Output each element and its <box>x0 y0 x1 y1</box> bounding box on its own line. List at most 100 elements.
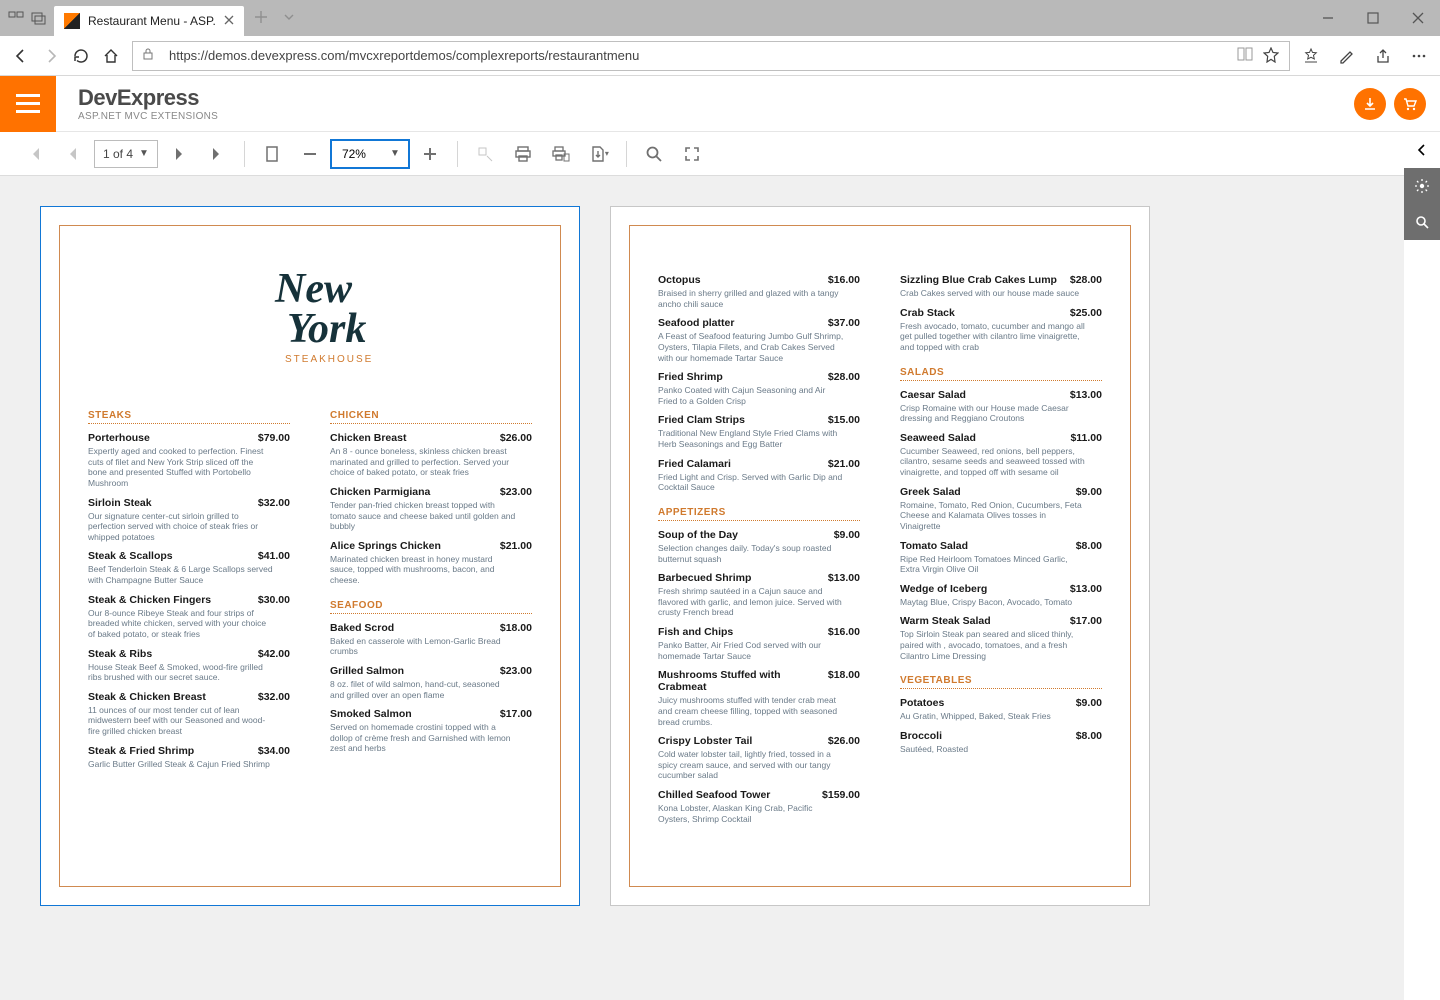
download-button[interactable] <box>1354 88 1386 120</box>
menu-item: Steak & Fried Shrimp$34.00 <box>88 745 290 757</box>
notes-icon[interactable] <box>1338 47 1356 65</box>
menu-item-desc: Selection changes daily. Today's soup ro… <box>658 543 844 564</box>
rail-options-button[interactable] <box>1404 168 1440 204</box>
fullscreen-button[interactable] <box>675 137 709 171</box>
first-page-button[interactable] <box>18 137 52 171</box>
menu-item: Seaweed Salad$11.00 <box>900 432 1102 444</box>
menu-item-desc: Our signature center-cut sirloin grilled… <box>88 511 274 543</box>
new-tab-icon[interactable] <box>254 10 268 27</box>
cart-button[interactable] <box>1394 88 1426 120</box>
menu-item-desc: An 8 - ounce boneless, skinless chicken … <box>330 446 516 478</box>
tab-close-icon[interactable] <box>224 14 234 28</box>
browser-tab-active[interactable]: Restaurant Menu - ASP. <box>54 6 244 36</box>
window-list-icon[interactable] <box>8 10 24 26</box>
window-minimize-button[interactable] <box>1305 0 1350 36</box>
menu-item-price: $32.00 <box>258 691 290 703</box>
window-maximize-button[interactable] <box>1350 0 1395 36</box>
highlight-fields-button[interactable] <box>468 137 502 171</box>
more-icon[interactable] <box>1410 47 1428 65</box>
menu-item-name: Crispy Lobster Tail <box>658 735 820 747</box>
menu-item-desc: Maytag Blue, Crispy Bacon, Avocado, Toma… <box>900 597 1086 608</box>
zoom-in-button[interactable] <box>413 137 447 171</box>
rail-search-button[interactable] <box>1404 204 1440 240</box>
next-page-button[interactable] <box>162 137 196 171</box>
menu-item-price: $9.00 <box>834 529 860 541</box>
menu-item-name: Octopus <box>658 274 820 286</box>
tabs-chevron-icon[interactable] <box>282 10 296 27</box>
menu-item-desc: Juicy mushrooms stuffed with tender crab… <box>658 695 844 727</box>
menu-item-price: $23.00 <box>500 665 532 677</box>
menu-item-desc: Braised in sherry grilled and glazed wit… <box>658 288 844 309</box>
menu-item-desc: House Steak Beef & Smoked, wood-fire gri… <box>88 662 274 683</box>
menu-item: Grilled Salmon $23.00 <box>330 665 532 677</box>
menu-item-name: Grilled Salmon <box>330 665 492 677</box>
page-selector[interactable]: 1 of 4 ▼ <box>94 140 158 168</box>
menu-item-price: $13.00 <box>828 572 860 584</box>
menu-item-name: Warm Steak Salad <box>900 615 1062 627</box>
site-header: DevExpress ASP.NET MVC EXTENSIONS <box>0 76 1440 132</box>
menu-item-desc: Fresh shrimp sautéed in a Cajun sauce an… <box>658 586 844 618</box>
zoom-selector[interactable]: ▼ <box>331 140 409 168</box>
menu-item-price: $11.00 <box>1070 432 1102 444</box>
menu-item-desc: Tender pan-fried chicken breast topped w… <box>330 500 516 532</box>
brand-subtitle: ASP.NET MVC EXTENSIONS <box>78 111 218 122</box>
menu-item-name: Baked Scrod <box>330 622 492 634</box>
favorite-star-icon[interactable] <box>1263 47 1281 65</box>
window-merge-icon[interactable] <box>30 10 46 26</box>
zoom-input[interactable] <box>340 146 384 162</box>
share-icon[interactable] <box>1374 47 1392 65</box>
menu-item: Chicken Parmigiana$23.00 <box>330 486 532 498</box>
menu-item: Sirloin Steak$32.00 <box>88 497 290 509</box>
menu-item-desc: 8 oz. filet of wild salmon, hand-cut, se… <box>330 679 516 700</box>
menu-item: Fried Shrimp$28.00 <box>658 371 860 383</box>
print-button[interactable] <box>506 137 540 171</box>
prev-page-button[interactable] <box>56 137 90 171</box>
menu-item-price: $9.00 <box>1076 697 1102 709</box>
single-page-button[interactable] <box>255 137 289 171</box>
report-page-2[interactable]: Octopus$16.00 Braised in sherry grilled a… <box>610 206 1150 906</box>
favorites-list-icon[interactable] <box>1302 47 1320 65</box>
menu-item: Sizzling Blue Crab Cakes Lump$28.00 <box>900 274 1102 286</box>
menu-item: Mushrooms Stuffed with Crabmeat$18.00 <box>658 669 860 693</box>
last-page-button[interactable] <box>200 137 234 171</box>
menu-item: Fish and Chips$16.00 <box>658 626 860 638</box>
address-bar[interactable] <box>132 41 1290 71</box>
menu-item-name: Steak & Scallops <box>88 550 250 562</box>
menu-item-desc: Sautéed, Roasted <box>900 744 1086 755</box>
menu-item-name: Chicken Parmigiana <box>330 486 492 498</box>
menu-item-name: Steak & Ribs <box>88 648 250 660</box>
export-button[interactable]: ▾ <box>582 137 616 171</box>
menu-item-name: Mushrooms Stuffed with Crabmeat <box>658 669 820 693</box>
menu-item: Soup of the Day$9.00 <box>658 529 860 541</box>
url-input[interactable] <box>167 47 1229 64</box>
rail-collapse-button[interactable] <box>1404 132 1440 168</box>
menu-item-name: Broccoli <box>900 730 1068 742</box>
menu-item-desc: Kona Lobster, Alaskan King Crab, Pacific… <box>658 803 844 824</box>
nav-refresh-icon[interactable] <box>72 47 90 65</box>
viewer-canvas[interactable]: New York STEAKHOUSE STEAKSPorterhouse$79… <box>0 176 1404 1000</box>
window-close-button[interactable] <box>1395 0 1440 36</box>
nav-home-icon[interactable] <box>102 47 120 65</box>
print-page-button[interactable] <box>544 137 578 171</box>
hamburger-button[interactable] <box>0 76 56 132</box>
menu-item-desc: Panko Coated with Cajun Seasoning and Ai… <box>658 385 844 406</box>
nav-forward-icon <box>42 47 60 65</box>
menu-item-price: $25.00 <box>1070 307 1102 319</box>
zoom-out-button[interactable] <box>293 137 327 171</box>
menu-item-price: $159.00 <box>822 789 860 801</box>
menu-item-name: Steak & Chicken Fingers <box>88 594 250 606</box>
menu-item: Octopus$16.00 <box>658 274 860 286</box>
reading-view-icon[interactable] <box>1237 47 1255 65</box>
search-button[interactable] <box>637 137 671 171</box>
menu-item-desc: Cucumber Seaweed, red onions, bell peppe… <box>900 446 1086 478</box>
dropdown-icon: ▼ <box>139 148 149 159</box>
menu-item: Tomato Salad$8.00 <box>900 540 1102 552</box>
nav-back-icon[interactable] <box>12 47 30 65</box>
menu-item-name: Sirloin Steak <box>88 497 250 509</box>
tab-title: Restaurant Menu - ASP. <box>88 14 216 28</box>
menu-item-name: Wedge of Iceberg <box>900 583 1062 595</box>
menu-item: Baked Scrod$18.00 <box>330 622 532 634</box>
report-page-1[interactable]: New York STEAKHOUSE STEAKSPorterhouse$79… <box>40 206 580 906</box>
menu-item: Greek Salad$9.00 <box>900 486 1102 498</box>
menu-item-price: $37.00 <box>828 317 860 329</box>
